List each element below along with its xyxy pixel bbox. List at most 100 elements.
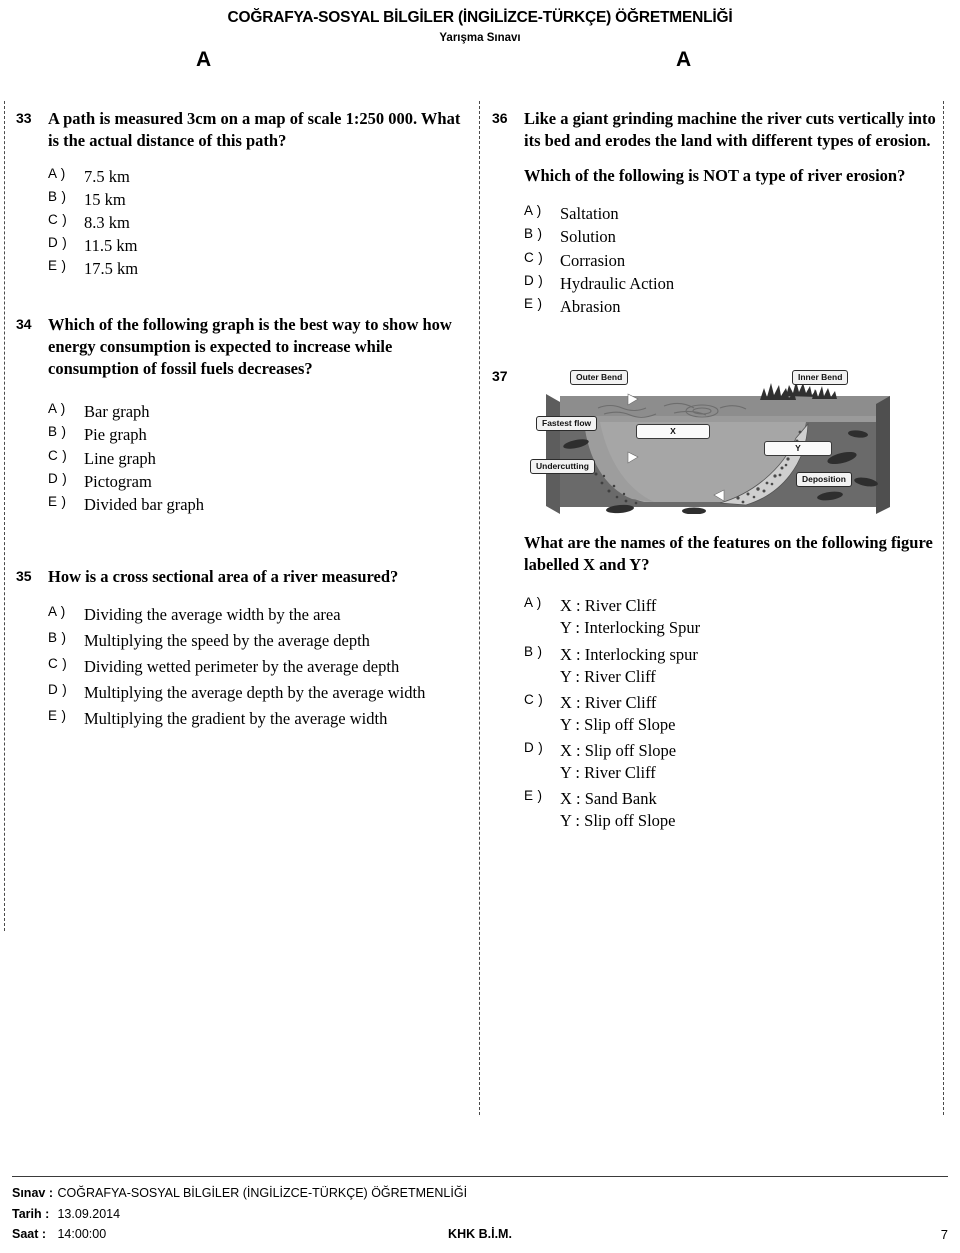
option-text: Abrasion xyxy=(560,296,621,316)
option-a[interactable]: A ) X : River Cliff Y : Interlocking Spu… xyxy=(524,595,944,639)
question-36-options: A ) Saltation B ) Solution C ) Corrasion… xyxy=(524,203,944,318)
option-text: Hydraulic Action xyxy=(560,273,675,293)
option-d[interactable]: D ) Multiplying the average depth by the… xyxy=(48,682,468,704)
option-e[interactable]: E ) Abrasion xyxy=(524,296,944,318)
option-text: 15 km xyxy=(84,189,126,209)
option-c[interactable]: C ) 8.3 km xyxy=(48,212,468,234)
option-key: C ) xyxy=(524,691,544,707)
question-36-stem-prompt: Which of the following is NOT a type of … xyxy=(524,165,906,185)
figure-label-deposition: Deposition xyxy=(796,471,852,488)
option-text-line2: Y : River Cliff xyxy=(560,666,656,686)
option-b[interactable]: B ) 15 km xyxy=(48,189,468,211)
question-35: 35 How is a cross sectional area of a ri… xyxy=(16,566,468,730)
question-37-number: 37 xyxy=(492,367,508,384)
footer-date-line: Tarih : 13.09.2014 xyxy=(12,1204,948,1225)
option-text-line1: X : River Cliff xyxy=(560,596,657,616)
footer-exam-key: Sınav : xyxy=(12,1186,53,1201)
question-33-stem: A path is measured 3cm on a map of scale… xyxy=(48,109,461,150)
right-column: 36 Like a giant grinding machine the riv… xyxy=(492,108,944,836)
booklet-letter-row: A A xyxy=(0,48,960,82)
option-text: Solution xyxy=(560,227,616,247)
option-e[interactable]: E ) 17.5 km xyxy=(48,258,468,280)
option-a[interactable]: A ) 7.5 km xyxy=(48,166,468,188)
option-text-line2: Y : Slip off Slope xyxy=(560,811,676,831)
figure-label-outer-bend: Outer Bend xyxy=(570,369,629,386)
option-key: B ) xyxy=(48,629,67,645)
option-key: E ) xyxy=(48,493,67,509)
question-35-number: 35 xyxy=(16,567,32,584)
option-d[interactable]: D ) Pictogram xyxy=(48,471,468,493)
option-text-line2: Y : Interlocking Spur xyxy=(560,618,701,638)
option-key: E ) xyxy=(48,708,67,724)
option-key: D ) xyxy=(48,682,68,698)
option-text: 11.5 km xyxy=(84,235,138,255)
option-key: A ) xyxy=(48,603,66,619)
question-33: 33 A path is measured 3cm on a map of sc… xyxy=(16,108,468,280)
option-text: Corrasion xyxy=(560,250,626,270)
option-key: D ) xyxy=(524,740,544,756)
option-text-line2: Y : River Cliff xyxy=(560,763,656,783)
option-e[interactable]: E ) Multiplying the gradient by the aver… xyxy=(48,708,468,730)
option-b[interactable]: B ) Pie graph xyxy=(48,424,468,446)
question-34-number: 34 xyxy=(16,316,32,333)
footer-exam-value: COĞRAFYA-SOSYAL BİLGİLER (İNGİLİZCE-TÜRK… xyxy=(57,1186,468,1201)
option-text: Bar graph xyxy=(84,402,150,422)
option-key: E ) xyxy=(524,788,543,804)
exam-title: COĞRAFYA-SOSYAL BİLGİLER (İNGİLİZCE-TÜRK… xyxy=(227,9,733,26)
option-d[interactable]: D ) X : Slip off Slope Y : River Cliff xyxy=(524,740,944,784)
option-key: B ) xyxy=(524,226,543,242)
footer-time-value: 14:00:00 xyxy=(57,1227,107,1242)
option-key: D ) xyxy=(48,470,68,486)
footer-date-value: 13.09.2014 xyxy=(57,1206,121,1221)
exam-header: COĞRAFYA-SOSYAL BİLGİLER (İNGİLİZCE-TÜRK… xyxy=(0,0,960,82)
option-c[interactable]: C ) Line graph xyxy=(48,448,468,470)
option-key: B ) xyxy=(524,643,543,659)
option-d[interactable]: D ) 11.5 km xyxy=(48,235,468,257)
footer-time-key: Saat : xyxy=(12,1227,47,1242)
option-b[interactable]: B ) Solution xyxy=(524,226,944,248)
figure-label-x: X xyxy=(636,423,710,440)
question-33-number: 33 xyxy=(16,110,32,126)
question-35-stem: How is a cross sectional area of a river… xyxy=(48,566,399,586)
option-text: Multiplying the gradient by the average … xyxy=(84,709,388,729)
option-c[interactable]: C ) X : River Cliff Y : Slip off Slope xyxy=(524,692,944,736)
footer-exam-line: Sınav : COĞRAFYA-SOSYAL BİLGİLER (İNGİLİ… xyxy=(12,1183,948,1204)
figure-label-y: Y xyxy=(764,440,832,457)
option-c[interactable]: C ) Dividing wetted perimeter by the ave… xyxy=(48,656,468,678)
option-text: Dividing wetted perimeter by the average… xyxy=(84,656,400,676)
option-key: A ) xyxy=(48,165,66,181)
left-column: 33 A path is measured 3cm on a map of sc… xyxy=(16,108,468,734)
footer-divider xyxy=(12,1176,948,1178)
option-key: C ) xyxy=(48,655,68,671)
option-key: B ) xyxy=(48,424,67,440)
option-text-line1: X : Interlocking spur xyxy=(560,644,698,664)
option-key: E ) xyxy=(48,257,67,273)
question-34-stem: Which of the following graph is the best… xyxy=(48,315,452,378)
question-37-options: A ) X : River Cliff Y : Interlocking Spu… xyxy=(524,595,944,832)
option-b[interactable]: B ) Multiplying the speed by the average… xyxy=(48,630,468,652)
option-text: Pictogram xyxy=(84,471,152,491)
question-33-options: A ) 7.5 km B ) 15 km C ) 8.3 km D ) 11.5… xyxy=(48,166,468,281)
option-d[interactable]: D ) Hydraulic Action xyxy=(524,273,944,295)
option-e[interactable]: E ) X : Sand Bank Y : Slip off Slope xyxy=(524,788,944,832)
option-text: Divided bar graph xyxy=(84,494,205,514)
option-a[interactable]: A ) Bar graph xyxy=(48,401,468,423)
figure-label-inner-bend: Inner Bend xyxy=(792,369,849,386)
option-e[interactable]: E ) Divided bar graph xyxy=(48,494,468,516)
booklet-letter-right: A xyxy=(676,48,692,71)
question-37: 37 Outer Bend Inner Bend Fastest flow Un… xyxy=(492,366,944,833)
option-key: A ) xyxy=(48,401,66,417)
option-c[interactable]: C ) Corrasion xyxy=(524,250,944,272)
question-36-stem-context: Like a giant grinding machine the river … xyxy=(524,109,936,150)
option-b[interactable]: B ) X : Interlocking spur Y : River Clif… xyxy=(524,644,944,688)
option-a[interactable]: A ) Saltation xyxy=(524,203,944,225)
option-text: 8.3 km xyxy=(84,212,130,232)
column-rule-center xyxy=(479,101,480,1115)
option-key: C ) xyxy=(524,249,544,265)
option-text: Multiplying the average depth by the ave… xyxy=(84,683,426,703)
question-37-stem: What are the names of the features on th… xyxy=(524,532,933,574)
option-key: C ) xyxy=(48,447,68,463)
question-35-options: A ) Dividing the average width by the ar… xyxy=(48,604,468,731)
option-key: B ) xyxy=(48,188,67,204)
option-a[interactable]: A ) Dividing the average width by the ar… xyxy=(48,604,468,626)
